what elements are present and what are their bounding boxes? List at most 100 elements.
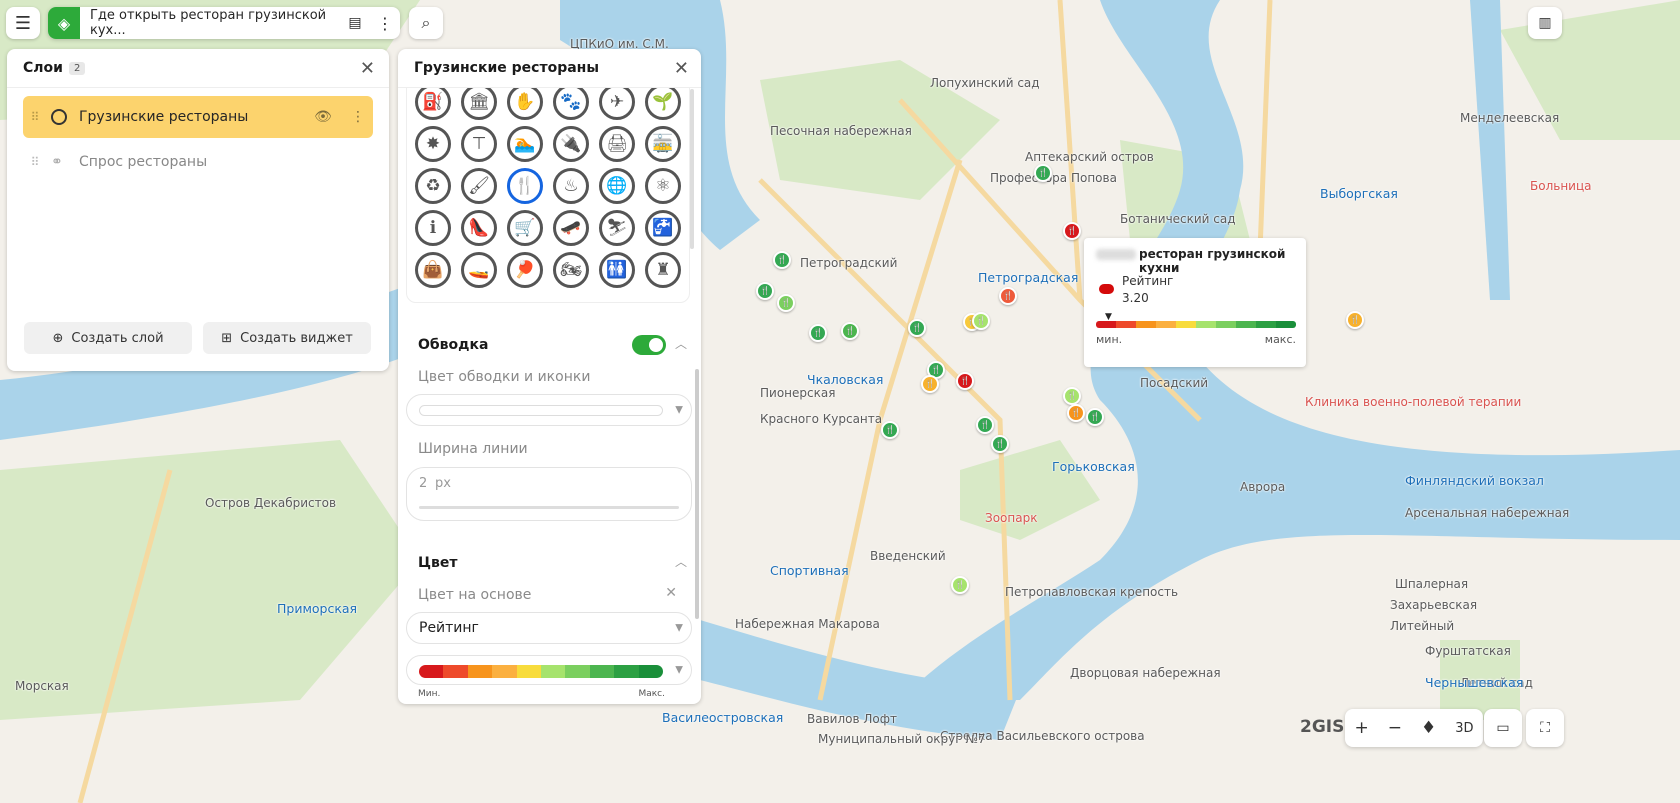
3d-button[interactable]: 3D (1455, 721, 1473, 736)
restaurant-marker[interactable]: 🍴 (809, 324, 827, 342)
plug-icon[interactable]: 🔌 (553, 126, 589, 162)
hamburger-icon: ☰ (14, 12, 32, 34)
skateboard-icon[interactable]: 🛹 (553, 210, 589, 246)
restaurant-marker[interactable]: 🍴 (976, 416, 994, 434)
layer-item-demand[interactable]: ⠿ ⚭ Спрос рестораны (23, 141, 373, 183)
chart-icon[interactable]: ▤ (340, 15, 370, 31)
ping-pong-icon[interactable]: 🏓 (507, 252, 543, 288)
map-label: Аврора (1240, 480, 1286, 494)
restaurant-marker[interactable]: 🍴 (756, 282, 774, 300)
restaurant-marker[interactable]: 🍴 (972, 312, 990, 330)
icon-picker-scrollbar[interactable] (690, 89, 694, 249)
color-section-title: Цвет (418, 555, 458, 571)
high-heel-icon[interactable]: 👠 (461, 210, 497, 246)
fullscreen-button[interactable]: ⛶ (1526, 709, 1564, 747)
paw-icon[interactable]: 🐾 (553, 88, 589, 120)
color-field-select[interactable]: Рейтинг ▼ (406, 612, 692, 644)
restaurant-marker[interactable]: 🍴 (773, 251, 791, 269)
hand-card-icon[interactable]: ✋ (507, 88, 543, 120)
project-title[interactable]: Где открыть ресторан грузинской кух... (80, 8, 340, 38)
cart-icon[interactable]: 🛒 (507, 210, 543, 246)
drag-handle-icon[interactable]: ⠿ (23, 110, 47, 124)
tooltip-title: ресторан грузинской кухни (1139, 247, 1286, 275)
chess-rook-icon[interactable]: ♜ (645, 252, 681, 288)
restaurant-marker[interactable]: 🍴 (1063, 387, 1081, 405)
zoom-out-button[interactable]: − (1388, 718, 1402, 738)
map-label: Морская (15, 679, 69, 693)
panel-scrollbar[interactable] (695, 369, 699, 619)
map-label: Шпалерная (1395, 577, 1469, 591)
create-widget-button[interactable]: ⊞ Создать виджет (203, 322, 371, 354)
zoom-in-button[interactable]: + (1354, 718, 1368, 738)
restaurant-marker[interactable]: 🍴 (999, 287, 1017, 305)
restaurant-marker[interactable]: 🍴 (956, 372, 974, 390)
chevron-up-icon[interactable]: ︿ (675, 335, 687, 352)
bag-icon[interactable]: 👜 (415, 252, 451, 288)
restaurant-marker[interactable]: 🍴 (777, 294, 795, 312)
search-button[interactable]: ⌕ (409, 7, 443, 39)
globe-icon[interactable]: 🌐 (599, 168, 635, 204)
create-widget-label: Создать виджет (240, 330, 353, 346)
map-label: Финляндский вокзал (1405, 473, 1544, 488)
outline-color-select[interactable]: ▼ (406, 394, 692, 426)
hot-food-icon[interactable]: ♨ (553, 168, 589, 204)
restaurant-marker[interactable]: 🍴 (991, 435, 1009, 453)
line-width-slider[interactable]: 2 px (406, 467, 692, 521)
restaurant-marker[interactable]: 🍴 (841, 322, 859, 340)
restaurant-marker[interactable]: 🍴 (1063, 222, 1081, 240)
restaurant-marker[interactable]: 🍴 (881, 421, 899, 439)
drag-handle-icon[interactable]: ⠿ (23, 155, 47, 169)
layers-panel: Слои 2 ✕ ⠿ Грузинские рестораны 👁 ⋮ ⠿ ⚭ … (7, 49, 389, 371)
oil-pump-icon[interactable]: ⛽ (415, 88, 451, 120)
info-figure-icon[interactable]: ℹ (415, 210, 451, 246)
more-vertical-icon[interactable]: ⋮ (370, 14, 400, 33)
close-icon[interactable]: ✕ (674, 58, 689, 79)
chevron-up-icon[interactable]: ︿ (675, 553, 687, 570)
plumbing-icon[interactable]: 🚰 (645, 210, 681, 246)
clear-icon[interactable]: ✕ (665, 585, 677, 601)
boat-icon[interactable]: 🚤 (461, 252, 497, 288)
signpost-icon[interactable]: ⊤ (461, 126, 497, 162)
ramp-step (1176, 321, 1196, 328)
divider (7, 87, 389, 88)
layers-icon[interactable]: ◈ (48, 7, 80, 39)
ramp-step (1096, 321, 1116, 328)
close-icon[interactable]: ✕ (360, 58, 375, 79)
eye-icon[interactable]: 👁 (303, 109, 343, 125)
outline-toggle[interactable] (632, 335, 666, 355)
caret-down-icon: ▼ (675, 664, 683, 676)
map-label: Аптекарский остров (1025, 150, 1154, 164)
color-ramp-select[interactable]: ▼ (406, 655, 692, 685)
map-book-button[interactable]: ▥ (1528, 7, 1562, 39)
fork-knife-icon[interactable]: 🍴 (507, 168, 543, 204)
menu-button[interactable]: ☰ (6, 7, 40, 39)
layer-item-georgian-restaurants[interactable]: ⠿ Грузинские рестораны 👁 ⋮ (23, 96, 373, 138)
more-vertical-icon[interactable]: ⋮ (343, 109, 373, 125)
printer-icon[interactable]: 🖨 (599, 126, 635, 162)
restaurant-marker[interactable]: 🍴 (1346, 311, 1364, 329)
ruler-button[interactable]: ▭ (1484, 709, 1522, 747)
layer-label: Грузинские рестораны (79, 109, 249, 125)
museum-icon[interactable]: 🏛 (461, 88, 497, 120)
restaurant-marker[interactable]: 🍴 (1086, 408, 1104, 426)
atom-icon[interactable]: ⚛ (645, 168, 681, 204)
zoom-controls: + − ♦ 3D (1345, 709, 1483, 747)
restaurant-marker[interactable]: 🍴 (1067, 404, 1085, 422)
paint-roller-icon[interactable]: 🖌 (461, 168, 497, 204)
restaurant-marker[interactable]: 🍴 (921, 375, 939, 393)
map-label: Муниципальный округ №7 (818, 732, 986, 746)
restaurant-marker[interactable]: 🍴 (951, 576, 969, 594)
motorcycle-icon[interactable]: 🏍 (553, 252, 589, 288)
restaurant-marker[interactable]: 🍴 (1034, 164, 1052, 182)
tram-icon[interactable]: 🚋 (645, 126, 681, 162)
create-layer-button[interactable]: ⊕ Создать слой (24, 322, 192, 354)
plant-icon[interactable]: 🌱 (645, 88, 681, 120)
burst-icon[interactable]: ✸ (415, 126, 451, 162)
airplane-icon[interactable]: ✈ (599, 88, 635, 120)
restaurant-marker[interactable]: 🍴 (908, 319, 926, 337)
compass-icon[interactable]: ♦ (1421, 718, 1436, 738)
toilets-icon[interactable]: 🚻 (599, 252, 635, 288)
swimming-icon[interactable]: 🏊 (507, 126, 543, 162)
skiing-icon[interactable]: ⛷ (599, 210, 635, 246)
recycle-icon[interactable]: ♻ (415, 168, 451, 204)
